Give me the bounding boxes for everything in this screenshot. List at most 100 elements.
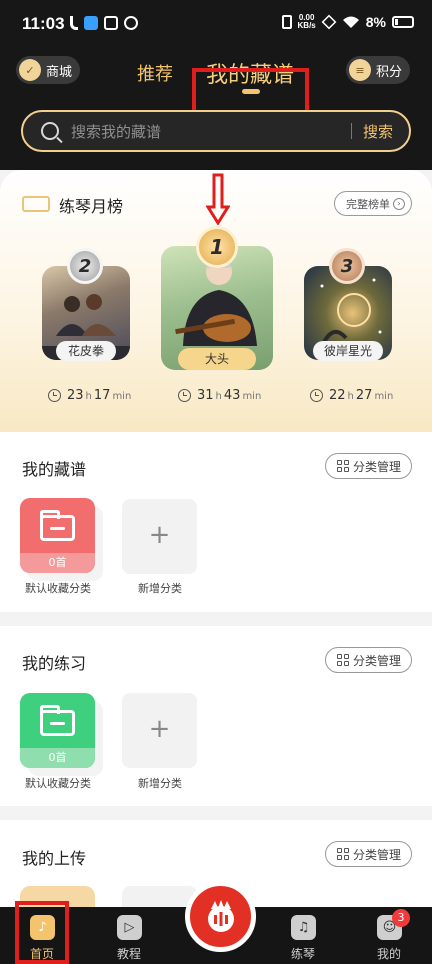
points-label: 积分 [375,64,402,80]
rank-time-2: 23 h 17 min [48,388,131,403]
default-folder-tile[interactable]: 0首 [20,498,95,573]
section-title: 我的上传 [22,849,87,868]
rank-number: 3 [340,255,354,277]
grid-icon [336,460,349,472]
wifi-icon [342,16,359,28]
nav-label: 练琴 [290,947,315,961]
points-button[interactable]: ≡ 积分 [345,56,410,84]
add-category-label: 新增分类 [138,777,182,790]
add-category-label: 新增分类 [138,582,182,595]
vibrate-icon [281,15,292,29]
app-notification-icon-3 [124,16,138,30]
category-manage-button[interactable]: 分类管理 [324,453,412,479]
rank-time-1: 31 h 43 min [178,388,261,403]
minutes: 27 [355,388,373,403]
notification-badge: 3 [392,909,410,927]
search-input[interactable]: 搜索我的藏谱 [71,121,351,142]
hours: 23 [67,388,84,403]
rank-entry-2[interactable]: 2 花皮拳 [42,248,130,361]
rank-time-3: 22 h 27 min [310,388,393,403]
status-right: 0.00 KB/s 8% [281,14,414,30]
section-my-practice: 我的练习 分类管理 0首 + 默认收藏分类 新增分类 [0,626,432,806]
nav-practice[interactable]: ♫ 练琴 [268,907,338,964]
section-my-collection: 我的藏谱 分类管理 0首 + 默认收藏分类 新增分类 [0,432,432,612]
folder-count: 0首 [20,748,95,768]
manage-label: 分类管理 [352,653,401,668]
clock-icon [178,389,191,402]
hours: 31 [197,388,214,403]
nav-label: 我的 [376,947,401,961]
highlight-box-home [15,901,69,964]
header: ✓ 商城 推荐 我的藏谱 ≡ 积分 搜索我的藏谱 搜索 [0,48,432,170]
status-bar: 11:03 0.00 KB/s 8% [0,0,432,48]
guitar-icon: ♫ [291,915,316,940]
silver-medal-icon: 2 [67,248,103,284]
minute-unit: min [112,391,132,402]
search-bar[interactable]: 搜索我的藏谱 搜索 [21,110,411,152]
rank-number: 1 [210,235,224,259]
mall-label: 商城 [46,64,73,80]
red-arrow-annotation [206,173,230,225]
full-rank-button[interactable]: 完整榜单 › [334,191,412,216]
plus-icon: + [148,714,171,744]
play-icon: ▷ [117,915,142,940]
category-manage-button[interactable]: 分类管理 [324,841,412,867]
rank-name: 彼岸星光 [313,341,383,361]
rank-entry-1[interactable]: 1 大头 [161,226,273,370]
battery-icon [392,16,414,28]
minutes: 43 [223,388,241,403]
hour-unit: h [215,391,222,402]
nav-tutorial[interactable]: ▷ 教程 [94,907,164,964]
minutes: 17 [93,388,111,403]
points-coin-icon: ≡ [348,59,371,81]
default-folder-tile[interactable]: 0首 [20,693,95,768]
folder-icon [40,705,75,736]
app-notification-icon-2 [104,16,118,30]
rank-entry-3[interactable]: 3 彼岸星光 [304,248,392,361]
section-title: 我的藏谱 [22,460,87,479]
folder-count: 0首 [20,553,95,573]
manage-label: 分类管理 [352,847,401,862]
battery-text: 8% [365,14,386,30]
rank-name: 花皮拳 [56,341,116,361]
tiktok-icon [70,16,78,30]
add-category-tile[interactable]: + [122,499,197,574]
nav-label: 教程 [116,947,141,961]
folder-label: 默认收藏分类 [25,582,91,595]
rank-number: 2 [78,255,92,277]
full-rank-label: 完整榜单 [346,197,390,211]
nav-profile[interactable]: ☺ 我的 [354,907,424,964]
mall-button[interactable]: ✓ 商城 [16,56,81,84]
hours: 22 [329,388,346,403]
clock-icon [310,389,323,402]
sim-icon [321,14,337,30]
add-category-tile[interactable]: + [122,693,197,768]
minute-unit: min [242,391,262,402]
app-notification-icon [84,16,98,30]
podium-icon [22,196,50,212]
search-button[interactable]: 搜索 [352,121,409,142]
minute-unit: min [374,391,394,402]
gold-medal-icon: 1 [196,226,238,268]
bronze-medal-icon: 3 [329,248,365,284]
tab-recommend[interactable]: 推荐 [137,60,173,86]
grid-icon [336,848,349,860]
plus-icon: + [148,520,171,550]
folder-icon [40,510,75,541]
notification-icons [70,16,138,30]
category-manage-button[interactable]: 分类管理 [324,647,412,673]
status-time: 11:03 [22,14,65,33]
section-title: 我的练习 [22,654,87,673]
grid-icon [336,654,349,666]
hour-unit: h [85,391,92,402]
clock-icon [48,389,61,402]
rank-name: 大头 [178,348,256,370]
network-speed: 0.00 KB/s [298,14,316,30]
hour-unit: h [347,391,354,402]
center-logo-button[interactable] [185,881,256,952]
mall-icon: ✓ [19,59,41,81]
search-icon [41,122,59,140]
chevron-right-icon: › [393,197,405,210]
speed-unit: KB/s [297,21,316,30]
center-logo-icon [207,899,234,932]
